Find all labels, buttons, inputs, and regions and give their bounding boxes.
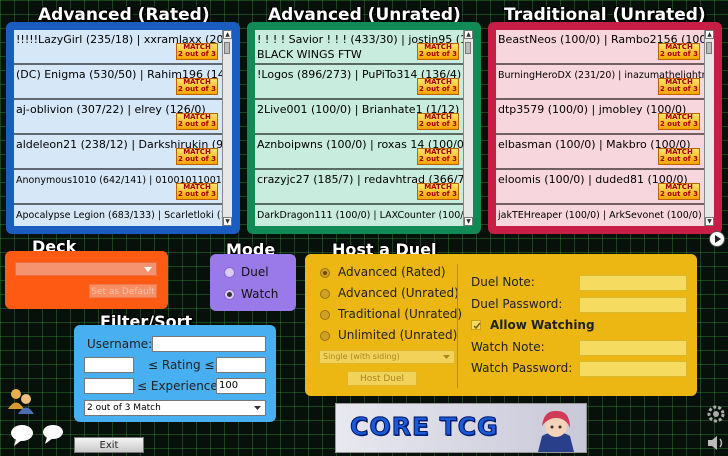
duel-password-label: Duel Password: <box>471 297 563 311</box>
chevron-down-icon <box>443 355 450 359</box>
settings-gear-icon[interactable] <box>706 404 726 424</box>
lobby-advanced-unrated: ! ! ! ! Savior ! ! ! (433/30) | jostin95… <box>247 22 481 234</box>
rating-min-field[interactable] <box>84 357 134 373</box>
duel-row[interactable]: ! ! ! ! Savior ! ! ! (433/30) | jostin95… <box>255 30 473 65</box>
watch-password-field[interactable] <box>579 361 687 377</box>
rating-max-field[interactable] <box>216 357 266 373</box>
match-badge: MATCH 2 out of 3 <box>176 43 218 60</box>
mode-panel: Duel Watch <box>210 254 296 311</box>
duel-note-field[interactable] <box>579 275 687 291</box>
watch-note-label: Watch Note: <box>471 340 545 354</box>
duel-row[interactable]: jakTEHreaper (100/0) | ArkSevonet (100/0… <box>496 205 714 226</box>
exit-button[interactable]: Exit <box>74 437 144 453</box>
match-badge: MATCH 2 out of 3 <box>176 183 218 200</box>
duel-row[interactable]: Anonymous1010 (642/141) | 0100101100101 … <box>14 170 232 205</box>
duel-row[interactable]: Apocalypse Legion (683/133) | Scarletlok… <box>14 205 232 226</box>
match-badge: MATCH 2 out of 3 <box>658 183 700 200</box>
scroll-down-icon[interactable]: ▼ <box>705 217 714 226</box>
lobby-traditional-unrated: BeastNeos (100/0) | Rambo2156 (100/0) MAT… <box>488 22 722 234</box>
scroll-up-icon[interactable]: ▲ <box>464 30 473 39</box>
lobby-advanced-rated: !!!!!LazyGirl (235/18) | xxramlaxx (201/… <box>6 22 240 234</box>
duel-row[interactable]: !!!!!LazyGirl (235/18) | xxramlaxx (201/… <box>14 30 232 65</box>
duel-players-text: jakTEHreaper (100/0) | ArkSevonet (100/0… <box>498 210 702 221</box>
username-label: Username: <box>87 337 153 351</box>
duel-row[interactable]: BeastNeos (100/0) | Rambo2156 (100/0) MAT… <box>496 30 714 65</box>
core-tcg-logo: CORE TCG <box>335 403 587 453</box>
filter-panel: Username: ≤ Rating ≤ ≤ Experience ≤ 100 … <box>74 325 276 422</box>
next-page-icon[interactable] <box>709 231 725 247</box>
scrollbar[interactable]: ▲ ▼ <box>222 30 232 226</box>
match-badge: MATCH 2 out of 3 <box>417 113 459 130</box>
match-badge: MATCH 2 out of 3 <box>176 78 218 95</box>
match-badge: MATCH 2 out of 3 <box>658 78 700 95</box>
scroll-down-icon[interactable]: ▼ <box>223 217 232 226</box>
match-badge: MATCH 2 out of 3 <box>658 148 700 165</box>
match-badge: MATCH 2 out of 3 <box>417 43 459 60</box>
duel-row[interactable]: dtp3579 (100/0) | jmobley (100/0) MATCH 2 … <box>496 100 714 135</box>
deck-select[interactable] <box>15 262 157 276</box>
watch-password-label: Watch Password: <box>471 361 573 375</box>
scroll-up-icon[interactable]: ▲ <box>705 30 714 39</box>
duel-row[interactable]: BurningHeroDX (231/20) | inazumathelight… <box>496 65 714 100</box>
chat-icon[interactable] <box>10 424 36 448</box>
check-icon <box>473 322 481 330</box>
match-badge: MATCH 2 out of 3 <box>176 113 218 130</box>
match-badge: MATCH 2 out of 3 <box>417 183 459 200</box>
host-duel-button[interactable]: Host Duel <box>347 371 417 386</box>
match-badge: MATCH 2 out of 3 <box>417 148 459 165</box>
duel-row[interactable]: eloomis (100/0) | duded81 (100/0) MATCH 2 … <box>496 170 714 205</box>
duel-row[interactable]: aldeleon21 (238/12) | Darkshirukin (99/4… <box>14 135 232 170</box>
experience-max-field[interactable]: 100 <box>216 378 266 394</box>
scroll-down-icon[interactable]: ▼ <box>464 217 473 226</box>
duel-row[interactable]: (DC) Enigma (530/50) | Rahim196 (142/8 MA… <box>14 65 232 100</box>
duel-row[interactable]: elbasman (100/0) | Makbro (100/0) MATCH 2 … <box>496 135 714 170</box>
rating-label: ≤ Rating ≤ <box>148 358 215 372</box>
divider <box>457 264 458 388</box>
match-badge: MATCH 2 out of 3 <box>658 43 700 60</box>
match-filter-select[interactable]: 2 out of 3 Match <box>84 400 266 416</box>
scroll-thumb[interactable] <box>224 42 230 54</box>
duel-list[interactable]: ! ! ! ! Savior ! ! ! (433/30) | jostin95… <box>255 30 473 226</box>
username-field[interactable] <box>152 336 266 352</box>
duel-row[interactable]: 2Live001 (100/0) | Brianhate1 (1/12) MATC… <box>255 100 473 135</box>
duel-note-label: Duel Note: <box>471 275 535 289</box>
sound-icon[interactable] <box>706 434 726 452</box>
duel-password-field[interactable] <box>579 297 687 313</box>
host-duel-panel: Advanced (Rated) Advanced (Unrated) Trad… <box>305 254 697 396</box>
match-badge: MATCH 2 out of 3 <box>176 148 218 165</box>
set-as-default-button[interactable]: Set as Default <box>89 284 157 298</box>
deck-panel: Set as Default <box>5 251 168 309</box>
siding-select[interactable]: Single (with siding) <box>319 350 455 364</box>
duel-row[interactable]: DarkDragon111 (100/0) | LAXCounter (100/… <box>255 205 473 226</box>
scroll-up-icon[interactable]: ▲ <box>223 30 232 39</box>
watch-note-field[interactable] <box>579 340 687 356</box>
duel-row[interactable]: crazyjc27 (185/7) | redavhtrad (366/70) M… <box>255 170 473 205</box>
scrollbar[interactable]: ▲ ▼ <box>463 30 473 226</box>
scrollbar[interactable]: ▲ ▼ <box>704 30 714 226</box>
duel-players-text: DarkDragon111 (100/0) | LAXCounter (100/… <box>257 210 463 221</box>
character-mascot-icon <box>532 406 580 452</box>
duel-row[interactable]: Aznboipwns (100/0) | roxas 14 (100/0) MAT… <box>255 135 473 170</box>
duel-list[interactable]: !!!!!LazyGirl (235/18) | xxramlaxx (201/… <box>14 30 232 226</box>
duel-players-text: Apocalypse Legion (683/133) | Scarletlok… <box>16 210 222 221</box>
scroll-thumb[interactable] <box>706 42 712 54</box>
chat-bubbles-icon[interactable] <box>41 424 67 448</box>
duel-row[interactable]: !Logos (896/273) | PuPiTo314 (136/4) MATC… <box>255 65 473 100</box>
duel-list[interactable]: BeastNeos (100/0) | Rambo2156 (100/0) MAT… <box>496 30 714 226</box>
chevron-down-icon <box>254 406 261 410</box>
scroll-thumb[interactable] <box>465 42 471 54</box>
friends-icon[interactable] <box>7 387 35 415</box>
experience-min-field[interactable] <box>84 378 134 394</box>
chevron-down-icon <box>144 267 152 272</box>
match-badge: MATCH 2 out of 3 <box>658 113 700 130</box>
duel-row[interactable]: aj-oblivion (307/22) | elrey (126/0) MATC… <box>14 100 232 135</box>
match-badge: MATCH 2 out of 3 <box>417 78 459 95</box>
